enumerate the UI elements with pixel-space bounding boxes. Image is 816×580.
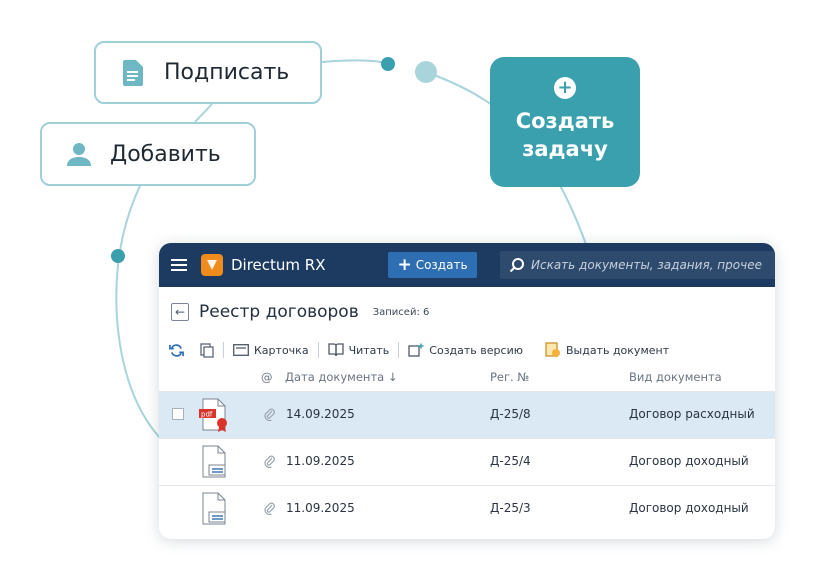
row-doc-type: Договор доходный bbox=[629, 454, 749, 468]
hamburger-menu-icon[interactable] bbox=[171, 259, 187, 271]
create-task-label-line1: Создать bbox=[515, 109, 615, 133]
table-row[interactable]: pdf 14.09.2025 Д-25/8 Договор расходный bbox=[159, 391, 775, 438]
row-date: 14.09.2025 bbox=[286, 407, 355, 421]
row-reg-no: Д-25/8 bbox=[490, 407, 531, 421]
column-header-attachment[interactable]: @ bbox=[261, 370, 273, 384]
orbit-dot-left bbox=[111, 249, 125, 263]
toolbar-separator bbox=[223, 342, 224, 358]
user-icon bbox=[64, 142, 94, 166]
paperclip-icon bbox=[263, 454, 275, 471]
card-icon bbox=[233, 344, 249, 356]
column-header-reg-no[interactable]: Рег. № bbox=[490, 370, 529, 384]
document-icon bbox=[197, 492, 231, 529]
toolbar: Карточка Читать Создать версию Выдать до… bbox=[159, 337, 775, 363]
card-label: Карточка bbox=[254, 343, 309, 357]
document-icon bbox=[118, 59, 148, 86]
paperclip-icon bbox=[263, 501, 275, 518]
search-input[interactable]: Искать документы, задания, прочее bbox=[500, 251, 775, 279]
pdf-signed-document-icon: pdf bbox=[197, 398, 231, 435]
orbit-dot-small bbox=[381, 57, 395, 71]
card-button[interactable]: Карточка bbox=[233, 344, 309, 357]
search-icon bbox=[509, 257, 525, 273]
add-action-label: Добавить bbox=[110, 141, 221, 167]
title-bar: ← Реестр договоров Записей: 6 bbox=[159, 287, 775, 337]
copy-icon[interactable] bbox=[200, 342, 214, 358]
svg-text:pdf: pdf bbox=[201, 410, 213, 418]
row-checkbox[interactable] bbox=[172, 408, 184, 420]
paperclip-icon bbox=[263, 407, 275, 424]
issue-document-icon bbox=[545, 342, 560, 357]
top-bar: Directum RX + Создать Искать документы, … bbox=[159, 243, 775, 287]
row-date: 11.09.2025 bbox=[286, 454, 355, 468]
read-button[interactable]: Читать bbox=[327, 343, 390, 357]
toolbar-separator bbox=[317, 342, 319, 358]
back-arrow-icon[interactable]: ← bbox=[171, 303, 189, 321]
records-count: Записей: 6 bbox=[372, 306, 430, 318]
row-doc-type: Договор доходный bbox=[629, 501, 749, 515]
column-header-doc-type[interactable]: Вид документа bbox=[629, 370, 722, 384]
refresh-icon[interactable] bbox=[169, 343, 184, 358]
create-button-label: Создать bbox=[415, 258, 468, 272]
column-header-date[interactable]: Дата документа ↓ bbox=[285, 370, 397, 384]
sign-action-pill[interactable]: Подписать bbox=[94, 41, 322, 104]
row-date: 11.09.2025 bbox=[286, 501, 355, 515]
issue-document-button[interactable]: Выдать документ bbox=[545, 342, 669, 358]
create-version-label: Создать версию bbox=[429, 343, 523, 357]
page-title: Реестр договоров bbox=[199, 302, 359, 322]
sign-action-label: Подписать bbox=[164, 60, 290, 85]
row-reg-no: Д-25/3 bbox=[490, 501, 531, 515]
orbit-dot-large bbox=[415, 61, 437, 83]
document-icon bbox=[197, 445, 231, 482]
row-reg-no: Д-25/4 bbox=[490, 454, 531, 468]
create-version-button[interactable]: Создать версию bbox=[408, 343, 523, 357]
toolbar-separator bbox=[398, 342, 400, 358]
app-name: Directum RX bbox=[231, 256, 326, 274]
book-icon bbox=[327, 343, 344, 357]
new-version-icon bbox=[408, 343, 424, 357]
create-task-label-line2: задачу bbox=[522, 137, 608, 161]
create-task-button[interactable]: + Создать задачу bbox=[490, 57, 640, 187]
table-row[interactable]: 11.09.2025 Д-25/3 Договор доходный bbox=[159, 485, 775, 532]
read-label: Читать bbox=[348, 343, 390, 357]
table-row[interactable]: 11.09.2025 Д-25/4 Договор доходный bbox=[159, 438, 775, 485]
row-doc-type: Договор расходный bbox=[629, 407, 755, 421]
search-placeholder: Искать документы, задания, прочее bbox=[531, 258, 762, 272]
plus-icon: + bbox=[397, 255, 412, 275]
grid-header: @ Дата документа ↓ Рег. № Вид документа bbox=[159, 363, 775, 391]
create-button[interactable]: + Создать bbox=[388, 252, 477, 278]
add-action-pill[interactable]: Добавить bbox=[40, 122, 256, 186]
plus-icon: + bbox=[554, 77, 576, 99]
issue-document-label: Выдать документ bbox=[565, 343, 670, 357]
app-window: Directum RX + Создать Искать документы, … bbox=[159, 243, 775, 539]
directum-logo-icon bbox=[201, 254, 223, 276]
